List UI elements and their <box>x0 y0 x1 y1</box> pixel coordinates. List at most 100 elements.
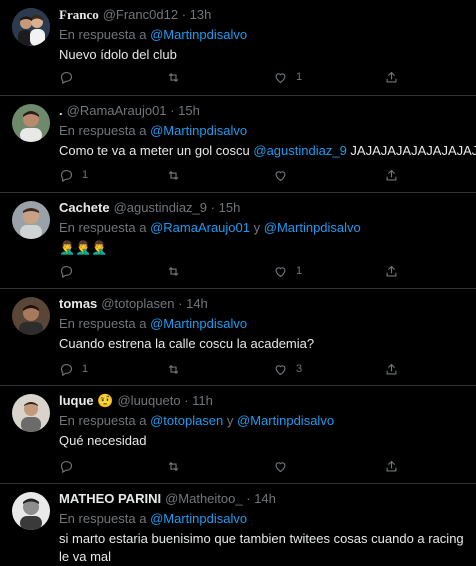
reply-button[interactable]: 1 <box>59 166 88 184</box>
display-name[interactable]: luque <box>59 393 94 408</box>
share-button[interactable] <box>384 166 399 184</box>
timestamp[interactable]: 14h <box>254 491 276 506</box>
heart-icon <box>275 170 286 181</box>
retweet-button[interactable] <box>166 360 189 378</box>
mention-link[interactable]: @RamaAraujo01 <box>150 220 250 235</box>
timestamp[interactable]: 15h <box>219 200 241 215</box>
avatar[interactable] <box>12 492 50 530</box>
like-button[interactable]: 1 <box>273 68 302 86</box>
tweet-text: Como te va a meter un gol coscu @agustin… <box>59 142 476 160</box>
like-button[interactable]: 1 <box>273 262 302 280</box>
mention-link[interactable]: @Martinpdisalvo <box>264 220 361 235</box>
reply-count: 1 <box>82 363 89 375</box>
mention-link[interactable]: @totoplasen <box>150 413 223 428</box>
handle[interactable]: @RamaAraujo01 <box>67 103 167 118</box>
tweet[interactable]: Franco @Franc0d12 · 13h En respuesta a @M… <box>0 0 476 96</box>
handle[interactable]: @Matheitoo_ <box>165 491 243 506</box>
tweet-text: Nuevo ídolo del club <box>59 47 177 62</box>
avatar[interactable] <box>12 104 50 142</box>
display-name[interactable]: Franco <box>59 7 99 22</box>
reply-button[interactable]: 1 <box>59 360 88 378</box>
handle[interactable]: @luuqueto <box>117 393 180 408</box>
handle[interactable]: @totoplasen <box>101 296 174 311</box>
retweet-button[interactable] <box>166 262 189 280</box>
retweet-button[interactable] <box>166 457 189 475</box>
like-count: 1 <box>296 265 303 277</box>
heart-icon <box>275 72 286 83</box>
action-bar: 1 <box>59 262 404 280</box>
retweet-button[interactable] <box>166 166 189 184</box>
share-button[interactable] <box>384 262 399 280</box>
reply-context: En respuesta a @RamaAraujo01 y @Martinpd… <box>59 219 468 237</box>
reply-context: En respuesta a @Martinpdisalvo <box>59 510 468 528</box>
mention-link[interactable]: @Martinpdisalvo <box>150 27 247 42</box>
tweet[interactable]: Cachete @agustindiaz_9 · 15h En respuesta… <box>0 193 476 289</box>
handle[interactable]: @agustindiaz_9 <box>114 200 207 215</box>
reply-context: En respuesta a @totoplasen y @Martinpdis… <box>59 412 468 430</box>
separator-dot: · <box>181 7 187 22</box>
tweet[interactable]: MATHEO PARINI @Matheitoo_ · 14h En respue… <box>0 484 476 564</box>
mention-link[interactable]: @Martinpdisalvo <box>237 413 334 428</box>
avatar[interactable] <box>12 8 50 46</box>
heart-icon <box>275 461 286 472</box>
reply-prefix: En respuesta a <box>59 413 147 428</box>
timestamp[interactable]: 13h <box>190 7 212 22</box>
share-icon <box>386 71 397 82</box>
action-bar: 1 <box>59 68 404 86</box>
like-button[interactable]: 3 <box>273 360 302 378</box>
reply-button[interactable] <box>59 68 82 86</box>
mention-link[interactable]: @Martinpdisalvo <box>150 316 247 331</box>
reply-context: En respuesta a @Martinpdisalvo <box>59 315 468 333</box>
like-count: 1 <box>296 71 303 83</box>
timestamp[interactable]: 14h <box>186 296 208 311</box>
tweet-text: Qué necesidad <box>59 433 147 448</box>
reply-icon <box>60 265 73 278</box>
handle[interactable]: @Franc0d12 <box>103 7 178 22</box>
retweet-icon <box>168 364 179 374</box>
separator-dot: · <box>170 103 175 118</box>
tweet[interactable]: luque 🤨 @luuqueto · 11h En respuesta a @t… <box>0 386 476 484</box>
mention-link[interactable]: @Martinpdisalvo <box>150 511 247 526</box>
tweet-text: Cuando estrena la calle coscu la academi… <box>59 336 315 351</box>
like-count: 3 <box>296 363 303 375</box>
avatar[interactable] <box>12 201 50 239</box>
tweet[interactable]: tomas @totoplasen · 14h En respuesta a @M… <box>0 289 476 386</box>
action-bar: 1 <box>59 166 404 184</box>
reply-icon <box>60 460 73 473</box>
mention-joiner: y <box>253 220 261 235</box>
timestamp[interactable]: 15h <box>178 103 200 118</box>
share-button[interactable] <box>384 68 399 86</box>
reply-button[interactable] <box>59 457 82 475</box>
mention-link[interactable]: @Martinpdisalvo <box>150 123 247 138</box>
action-bar <box>59 457 404 475</box>
separator-dot: · <box>210 200 215 215</box>
reply-prefix: En respuesta a <box>59 27 147 42</box>
retweet-icon <box>168 170 179 180</box>
avatar[interactable] <box>12 297 50 335</box>
reply-prefix: En respuesta a <box>59 316 147 331</box>
raised-eyebrow-emoji: 🤨 <box>97 393 114 408</box>
retweet-icon <box>168 461 179 471</box>
like-button[interactable] <box>273 166 296 184</box>
reply-context: En respuesta a @Martinpdisalvo <box>59 122 468 140</box>
reply-icon <box>60 71 73 84</box>
retweet-icon <box>168 266 179 276</box>
share-button[interactable] <box>384 457 399 475</box>
reply-prefix: En respuesta a <box>59 511 147 526</box>
reply-button[interactable] <box>59 262 82 280</box>
display-name[interactable]: tomas <box>59 296 97 311</box>
share-button[interactable] <box>384 360 399 378</box>
retweet-button[interactable] <box>166 68 189 86</box>
tweet[interactable]: . @RamaAraujo01 · 15h En respuesta a @Mar… <box>0 96 476 193</box>
display-name[interactable]: MATHEO PARINI <box>59 491 161 506</box>
avatar[interactable] <box>12 394 50 432</box>
share-icon <box>386 363 397 374</box>
timestamp[interactable]: 11h <box>192 393 213 408</box>
mention-link[interactable]: @agustindiaz_9 <box>253 143 346 158</box>
separator-dot: · <box>178 296 183 311</box>
display-name[interactable]: Cachete <box>59 200 110 215</box>
reply-context: En respuesta a @Martinpdisalvo <box>59 26 468 44</box>
like-button[interactable] <box>273 457 296 475</box>
tweet-text: 🤦‍♂️🤦‍♂️🤦‍♂️ <box>59 240 108 255</box>
display-name[interactable]: . <box>59 103 63 118</box>
